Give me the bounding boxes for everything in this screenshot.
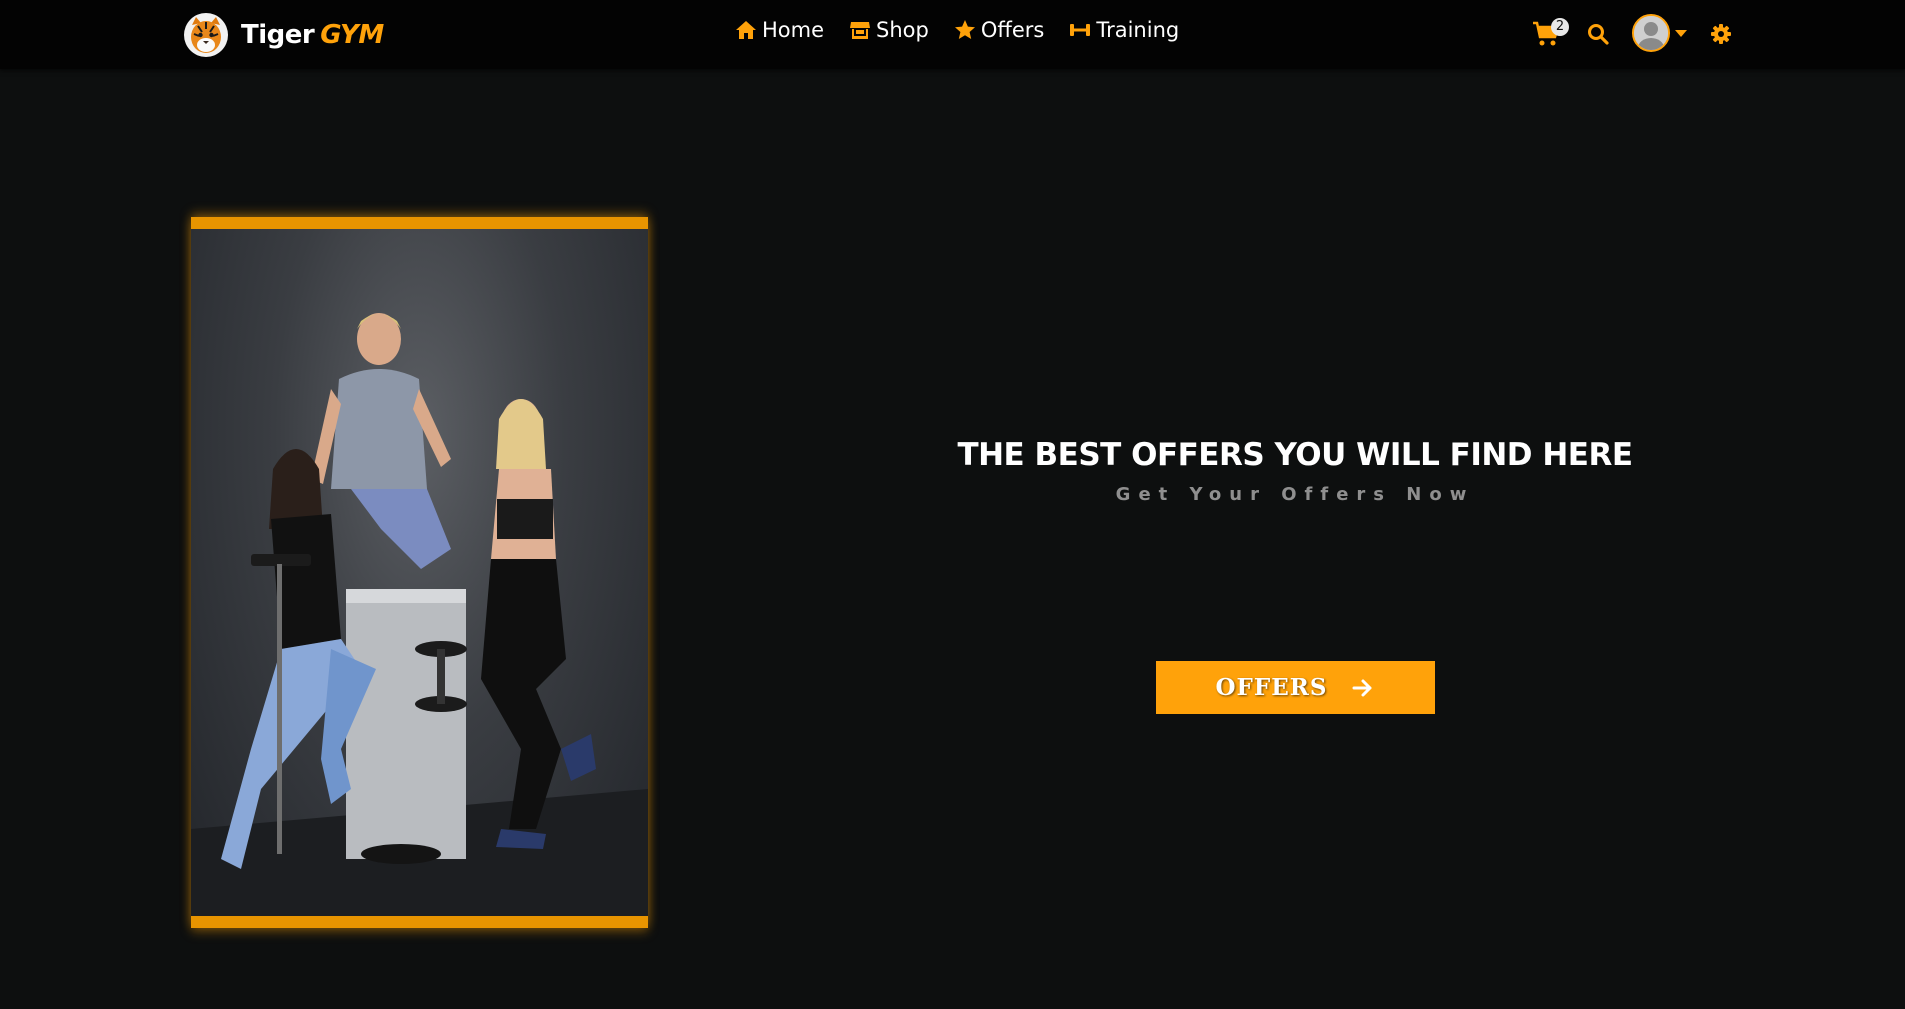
- star-icon: [954, 20, 975, 39]
- search-icon: [1588, 24, 1609, 45]
- offers-button[interactable]: OFFERS: [1156, 661, 1435, 714]
- user-avatar-icon: [1634, 16, 1668, 50]
- gear-icon: [1711, 24, 1731, 44]
- arrow-right-icon: [1352, 679, 1372, 696]
- brand-name-tiger: Tiger: [241, 20, 315, 50]
- cart-button[interactable]: 2: [1531, 18, 1569, 51]
- brand-name-gym: GYM: [320, 20, 384, 50]
- nav-shop-label: Shop: [876, 18, 929, 42]
- nav-training-label: Training: [1096, 18, 1180, 42]
- offers-button-label: OFFERS: [1215, 674, 1328, 701]
- user-avatar[interactable]: [1632, 14, 1670, 52]
- cart-count-badge: 2: [1551, 18, 1569, 36]
- nav-home[interactable]: Home: [734, 18, 824, 42]
- nav-training[interactable]: Training: [1068, 18, 1179, 42]
- settings-button[interactable]: [1710, 23, 1732, 45]
- dumbbell-icon: [1070, 24, 1091, 36]
- hero-title: THE BEST OFFERS YOU WILL FIND HERE: [957, 437, 1633, 473]
- home-icon: [736, 21, 756, 39]
- brand-name: Tiger GYM: [241, 20, 384, 50]
- nav-home-label: Home: [762, 18, 825, 42]
- brand[interactable]: Tiger GYM: [183, 12, 384, 58]
- main-nav: Home Shop Offers Training: [734, 18, 1179, 42]
- caret-down-icon: [1675, 30, 1687, 37]
- user-menu-toggle[interactable]: [1675, 30, 1687, 38]
- tiger-logo-icon: [184, 13, 228, 57]
- store-icon: [850, 22, 871, 39]
- nav-offers-label: Offers: [980, 18, 1045, 42]
- search-button[interactable]: [1587, 23, 1609, 45]
- top-navbar: Tiger GYM Home Shop Offers Training 2: [0, 0, 1905, 69]
- gym-group-photo: [191, 313, 648, 916]
- nav-offers[interactable]: Offers: [953, 18, 1045, 42]
- nav-shop[interactable]: Shop: [848, 18, 929, 42]
- hero-subtitle: Get Your Offers Now: [1115, 484, 1475, 505]
- hero-image: [191, 217, 648, 928]
